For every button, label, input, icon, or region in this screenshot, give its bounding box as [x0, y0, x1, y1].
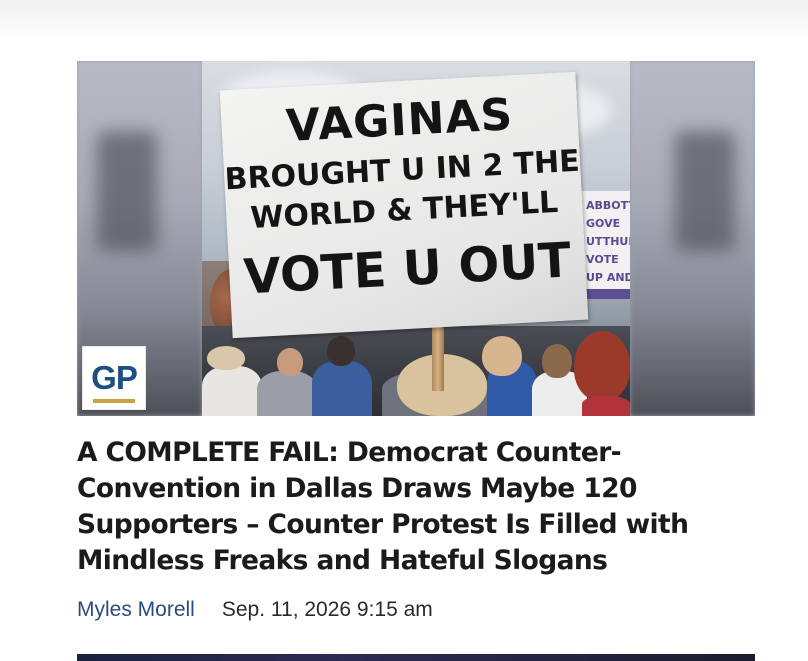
logo-accent-bar — [93, 399, 135, 403]
back-sign-line: ABBOTT — [586, 199, 630, 212]
top-shade — [0, 0, 808, 44]
article-hero-image[interactable]: ABBOTT GOVE UTTHUF VOTE UP AND D VAGINAS — [77, 61, 755, 416]
article-meta: Myles Morell Sep. 11, 2026 9:15 am — [77, 596, 433, 624]
gp-logo: GP — [82, 346, 146, 410]
logo-text: GP — [91, 359, 138, 396]
sign-line-4: VOTE U OUT — [242, 232, 573, 306]
back-sign-line: UP AND D — [586, 271, 630, 284]
sign-line-1: VAGINAS — [284, 89, 515, 153]
article-headline[interactable]: A COMPLETE FAIL: Democrat Counter-Conven… — [77, 435, 757, 579]
publish-date: Sep. 11, 2026 9:15 am — [221, 598, 433, 621]
crowd — [202, 326, 630, 416]
protest-photo: ABBOTT GOVE UTTHUF VOTE UP AND D VAGINAS — [202, 61, 630, 416]
back-sign-line: UTTHUF — [586, 235, 630, 248]
hero-blur-right — [630, 61, 755, 416]
main-protest-sign: VAGINAS BROUGHT U IN 2 THE WORLD & THEY'… — [219, 71, 589, 339]
back-sign-line: GOVE — [586, 217, 621, 230]
next-article-image-strip[interactable] — [77, 654, 755, 661]
sign-stick — [432, 321, 444, 391]
author-link[interactable]: Myles Morell — [77, 596, 195, 624]
back-sign-line: VOTE — [586, 253, 619, 266]
